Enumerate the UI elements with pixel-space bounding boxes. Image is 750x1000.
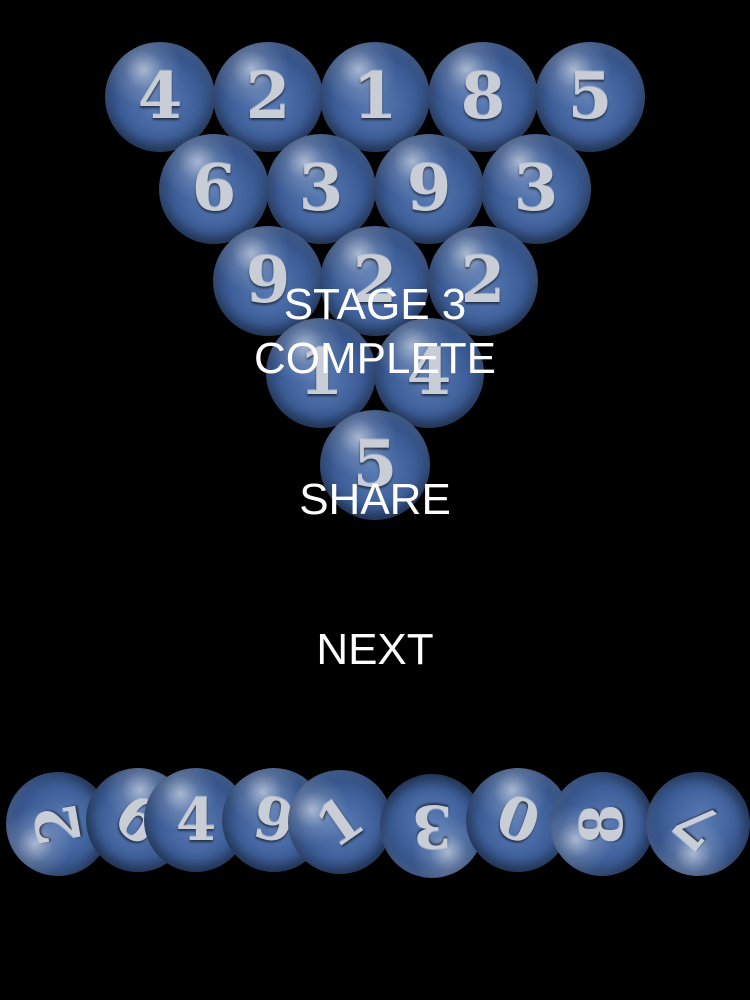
ball-number: 8 — [568, 803, 636, 845]
ball-number: 3 — [513, 151, 559, 226]
share-button[interactable]: SHARE — [0, 473, 750, 527]
ball-number: 3 — [298, 151, 344, 226]
ball-number: 7 — [660, 784, 736, 864]
ball-number: 4 — [137, 59, 183, 134]
ball-number: 5 — [567, 59, 613, 134]
ball-number: 6 — [191, 151, 237, 226]
ball-number: 9 — [406, 151, 452, 226]
ball-number: 4 — [175, 786, 217, 854]
ball-number: 8 — [460, 59, 506, 134]
ball-number: 2 — [21, 798, 95, 850]
stage-complete-title: STAGE 3 COMPLETE — [0, 278, 750, 386]
stage-title-line1: STAGE 3 — [283, 280, 467, 329]
stage-title-line2: COMPLETE — [253, 334, 497, 383]
next-button[interactable]: NEXT — [0, 623, 750, 677]
ball-number: 0 — [487, 781, 549, 859]
ball-number: 3 — [411, 792, 453, 860]
ball-number: 1 — [352, 59, 398, 134]
ball-number: 1 — [303, 782, 377, 862]
ball-number: 2 — [245, 59, 291, 134]
bottom-ball[interactable]: 8 — [550, 772, 654, 876]
